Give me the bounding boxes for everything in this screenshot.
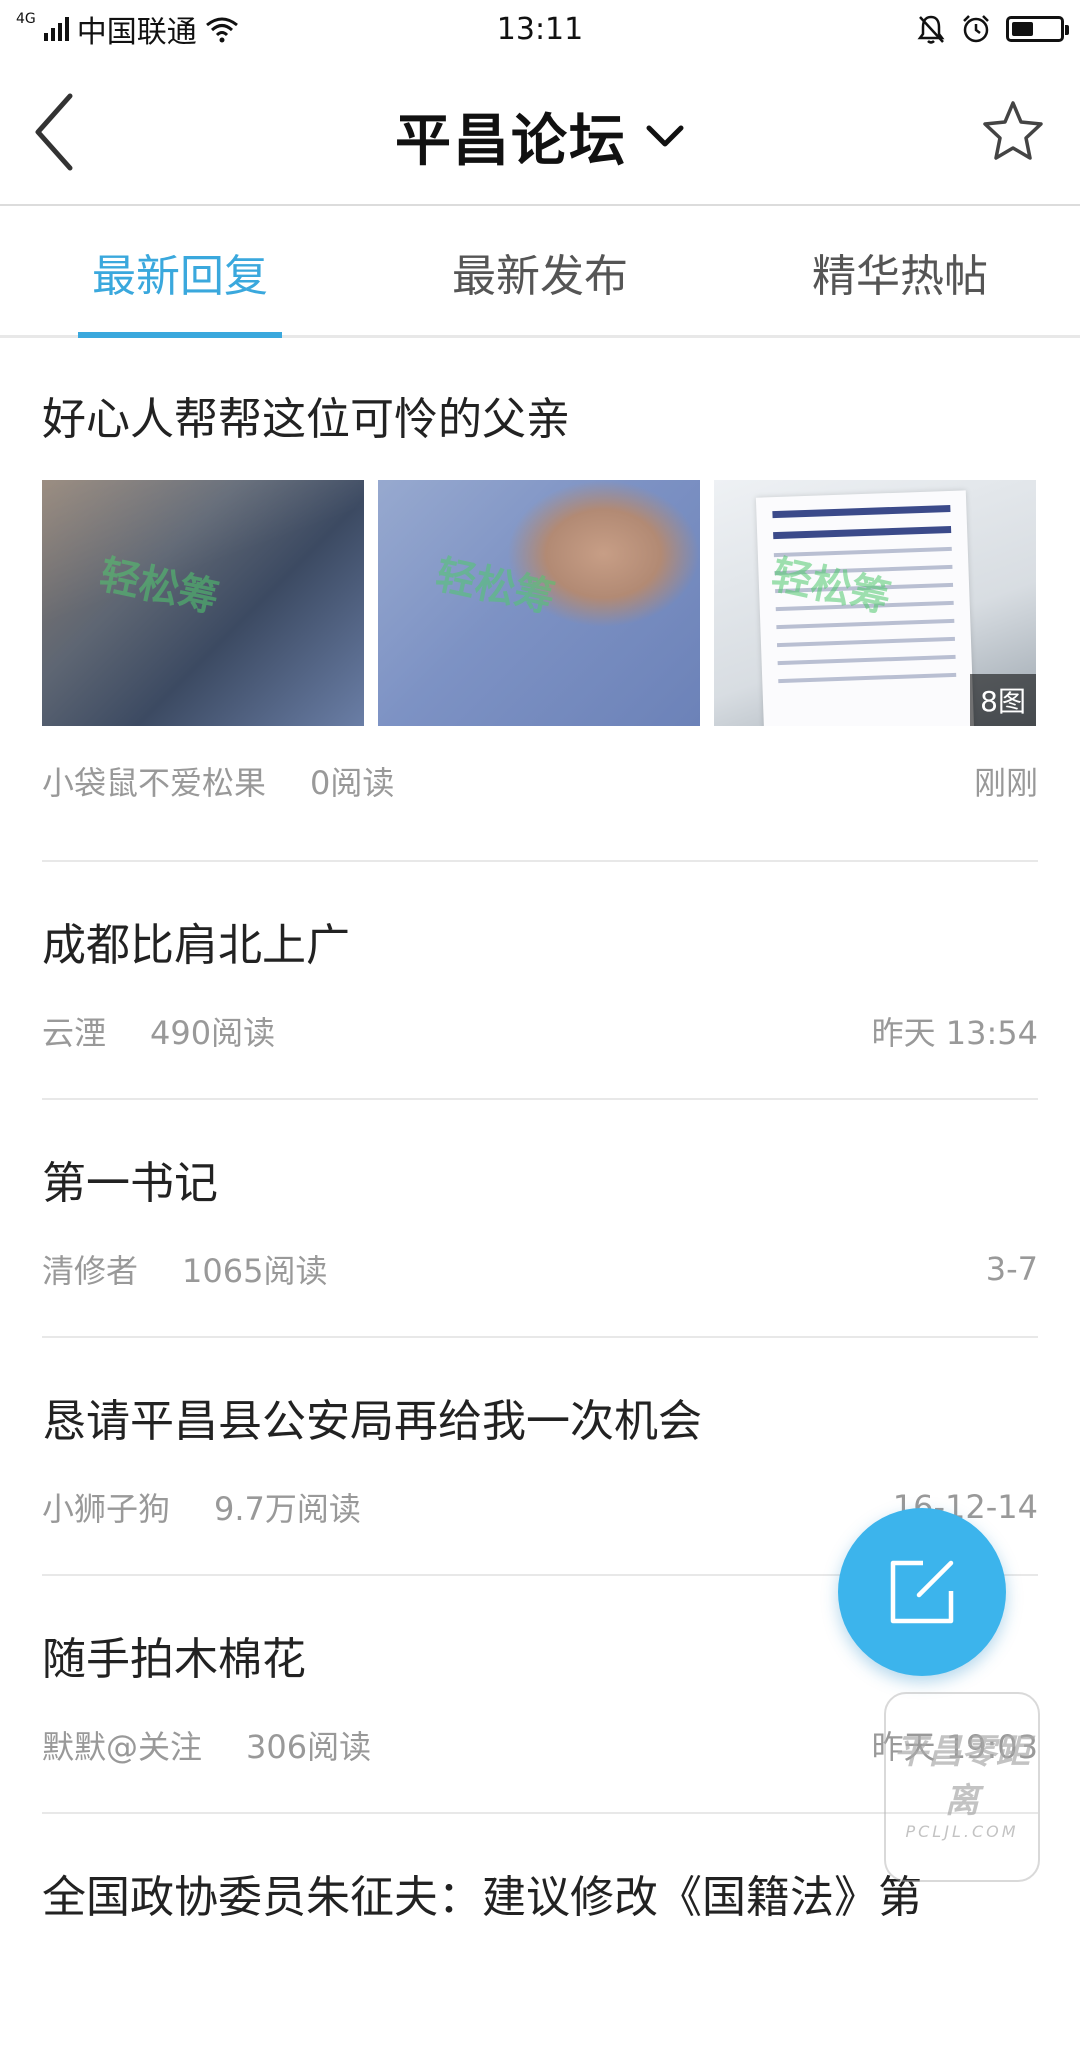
post-reads: 0阅读	[310, 764, 395, 802]
compose-button[interactable]	[838, 1508, 1006, 1676]
forum-title-dropdown[interactable]: 平昌论坛	[0, 96, 1080, 177]
site-watermark: 平昌零距离 PCLJL.COM	[884, 1692, 1040, 1882]
alarm-clock-icon	[963, 15, 989, 43]
wifi-icon	[205, 17, 238, 43]
post-reads: 9.7万阅读	[214, 1490, 361, 1528]
status-right	[916, 13, 1069, 45]
tab-featured-hot[interactable]: 精华热帖	[720, 208, 1080, 335]
image-watermark: 轻松筹	[431, 551, 559, 622]
post-author: 小袋鼠不爱松果	[42, 764, 267, 802]
tab-bar: 最新回复 最新发布 精华热帖	[0, 208, 1080, 338]
carrier-name: 中国联通	[76, 15, 197, 50]
post-reads: 306阅读	[246, 1728, 372, 1766]
post-title: 成都比肩北上广	[42, 920, 350, 971]
tab-latest-posts[interactable]: 最新发布	[360, 208, 720, 335]
image-count-badge: 8图	[970, 674, 1036, 726]
post-meta: 清修者 1065阅读 3-7	[42, 1246, 1038, 1292]
battery-level	[1012, 22, 1033, 36]
post-reads: 490阅读	[150, 1014, 276, 1052]
post-time: 刚刚	[973, 764, 1038, 802]
post-title: 第一书记	[42, 1158, 218, 1209]
post-author: 云湮	[42, 1014, 107, 1052]
app-header: 平昌论坛	[0, 58, 1080, 206]
post-image[interactable]: 轻松筹 8图	[714, 480, 1036, 726]
site-watermark-title: 平昌零距离	[894, 1732, 1030, 1821]
post-image[interactable]: 轻松筹	[378, 480, 700, 726]
post-author: 小狮子狗	[42, 1490, 171, 1528]
chevron-down-icon	[646, 125, 684, 146]
image-watermark: 轻松筹	[95, 551, 223, 622]
post-author: 默默@关注	[42, 1728, 203, 1766]
post-image[interactable]: 轻松筹	[42, 480, 364, 726]
list-item[interactable]: 成都比肩北上广 云湮 490阅读 昨天 13:54	[42, 862, 1038, 1100]
compose-icon	[890, 1560, 954, 1624]
post-title: 全国政协委员朱征夫：建议修改《国籍法》第	[42, 1872, 922, 1923]
post-meta: 云湮 490阅读 昨天 13:54	[42, 1008, 1038, 1054]
post-reads: 1065阅读	[182, 1252, 328, 1290]
site-watermark-sub: PCLJL.COM	[905, 1822, 1019, 1841]
list-item[interactable]: 第一书记 清修者 1065阅读 3-7	[42, 1100, 1038, 1338]
tab-latest-replies[interactable]: 最新回复	[0, 208, 360, 338]
star-icon	[983, 101, 1043, 160]
post-title: 好心人帮帮这位可怜的父亲	[42, 394, 570, 445]
post-time: 3-7	[985, 1250, 1038, 1288]
post-author: 清修者	[42, 1252, 139, 1290]
list-item[interactable]: 好心人帮帮这位可怜的父亲 轻松筹 轻松筹 轻松筹 8图 小袋鼠不爱松果 0阅读 …	[42, 338, 1038, 862]
network-type: 4G	[16, 11, 36, 27]
favorite-button[interactable]	[980, 98, 1046, 164]
post-title: 恳请平昌县公安局再给我一次机会	[42, 1396, 702, 1447]
status-bar: 4G 中国联通 13:11	[0, 0, 1080, 58]
signal-icon	[43, 17, 69, 41]
status-left: 4G 中国联通	[16, 7, 916, 51]
post-images: 轻松筹 轻松筹 轻松筹 8图	[42, 480, 1038, 726]
battery-icon	[1006, 16, 1069, 42]
page-title: 平昌论坛	[395, 109, 627, 174]
post-time: 昨天 13:54	[871, 1014, 1038, 1052]
mute-bell-icon	[917, 15, 945, 44]
post-meta: 小袋鼠不爱松果 0阅读 刚刚	[42, 758, 1038, 804]
